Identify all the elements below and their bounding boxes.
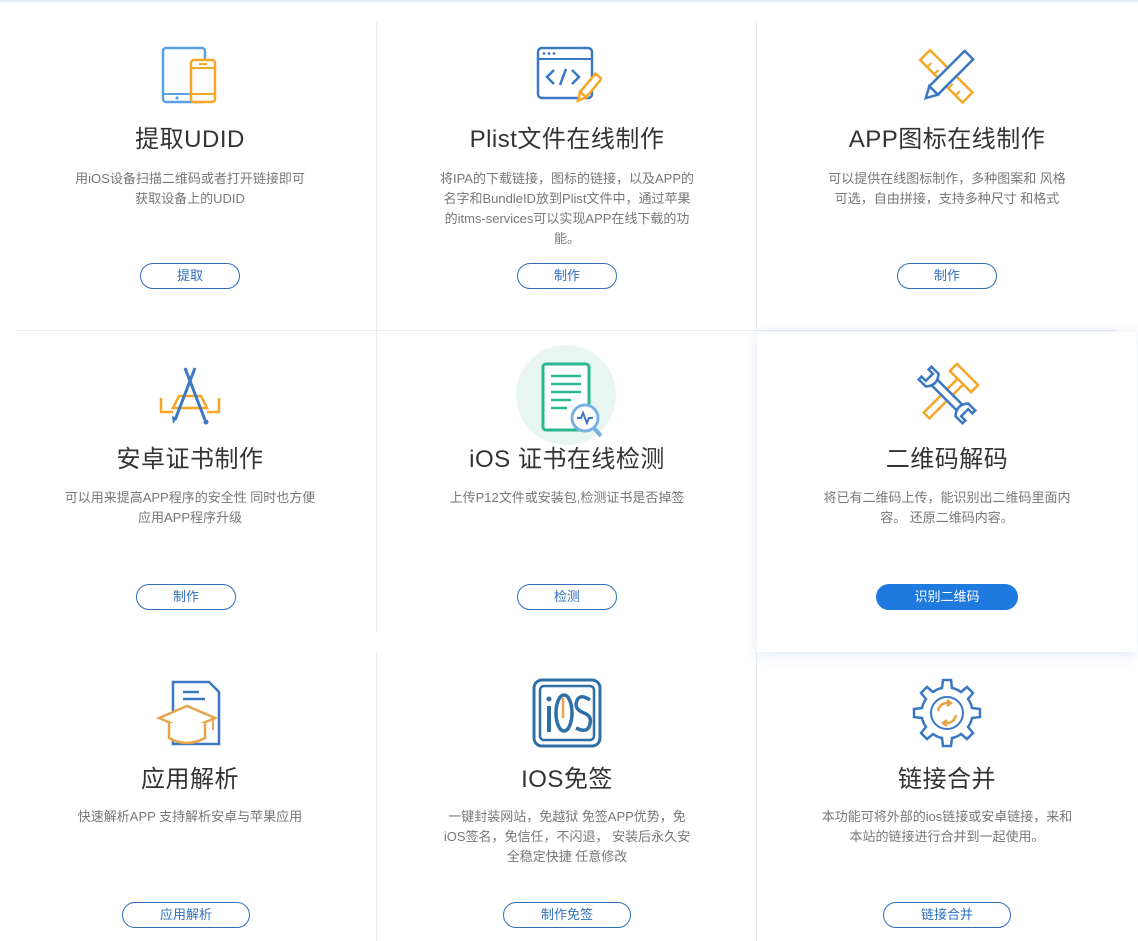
description-line: 名字和BundleID放到Plist文件中，通过苹果 xyxy=(443,191,691,206)
description-line: 可以提供在线图标制作，多种图案和 风格 xyxy=(828,171,1066,186)
card-title: APP图标在线制作 xyxy=(848,126,1046,153)
wrench-hammer-icon xyxy=(912,360,982,430)
link-merge-button[interactable]: 链接合并 xyxy=(883,902,1011,928)
card-title: 应用解析 xyxy=(141,766,239,793)
description-line: 应用APP程序升级 xyxy=(137,510,242,525)
gear-sync-icon xyxy=(912,678,982,748)
card-description: 快速解析APP 支持解析安卓与苹果应用 xyxy=(30,807,350,827)
ios-badge-icon xyxy=(532,678,602,748)
decode-qr-button[interactable]: 识别二维码 xyxy=(876,584,1018,610)
description-line: 的itms-services可以实现APP在线下载的功 xyxy=(444,211,690,226)
check-cert-button[interactable]: 检测 xyxy=(517,584,617,610)
card-description: 用iOS设备扫描二维码或者打开链接即可 获取设备上的UDID xyxy=(60,169,320,209)
app-parse-button[interactable]: 应用解析 xyxy=(122,902,250,928)
tool-card-app-icon: APP图标在线制作 可以提供在线图标制作，多种图案和 风格 可选，自由拼接，支持… xyxy=(757,22,1137,332)
card-title: 链接合并 xyxy=(898,766,996,793)
card-title: 二维码解码 xyxy=(885,446,1009,473)
tool-card-udid: 提取UDID 用iOS设备扫描二维码或者打开链接即可 获取设备上的UDID 提取 xyxy=(0,22,380,332)
description-line: 用iOS设备扫描二维码或者打开链接即可 xyxy=(75,171,305,186)
card-title: 安卓证书制作 xyxy=(116,446,264,473)
ruler-pencil-icon xyxy=(912,42,982,112)
card-title: 提取UDID xyxy=(135,126,245,153)
description-line: 本站的链接进行合并到一起使用。 xyxy=(849,829,1045,844)
card-description: 可以提供在线图标制作，多种图案和 风格 可选，自由拼接，支持多种尺寸 和格式 xyxy=(797,169,1097,209)
document-search-icon xyxy=(525,360,609,444)
description-line: 全稳定快捷 任意修改 xyxy=(506,849,628,864)
tool-card-ios-webclip: IOS免签 一键封装网站，免越狱 免签APP优势，免 iOS签名，免信任，不闪退… xyxy=(377,652,757,941)
tool-card-qr-decode: 二维码解码 将已有二维码上传，能识别出二维码里面内 容。 还原二维码内容。 识别… xyxy=(757,332,1137,652)
card-description: 一键封装网站，免越狱 免签APP优势，免 iOS签名，免信任，不闪退， 安装后永… xyxy=(417,807,717,867)
tool-card-app-parse: 应用解析 快速解析APP 支持解析安卓与苹果应用 应用解析 xyxy=(0,652,380,941)
card-description: 本功能可将外部的ios链接或安卓链接，来和 本站的链接进行合并到一起使用。 xyxy=(797,807,1097,847)
make-app-icon-button[interactable]: 制作 xyxy=(897,263,997,289)
tool-card-ios-cert-check: iOS 证书在线检测 上传P12文件或安装包,检测证书是否掉签 检测 xyxy=(377,332,757,642)
card-description: 上传P12文件或安装包,检测证书是否掉签 xyxy=(407,488,727,508)
description-line: 将IPA的下载链接，图标的链接，以及APP的 xyxy=(439,171,694,186)
make-plist-button[interactable]: 制作 xyxy=(517,263,617,289)
card-title: IOS免签 xyxy=(521,766,613,793)
description-line: 能。 xyxy=(553,231,580,246)
tool-card-link-merge: 链接合并 本功能可将外部的ios链接或安卓链接，来和 本站的链接进行合并到一起使… xyxy=(757,652,1137,941)
extract-udid-button[interactable]: 提取 xyxy=(140,263,240,289)
description-line: iOS签名，免信任，不闪退， 安装后永久安 xyxy=(443,829,691,844)
description-line: 获取设备上的UDID xyxy=(135,191,245,206)
card-description: 将IPA的下载链接，图标的链接，以及APP的 名字和BundleID放到Plis… xyxy=(417,169,717,249)
code-window-pencil-icon xyxy=(532,42,602,112)
description-line: 快速解析APP 支持解析安卓与苹果应用 xyxy=(77,809,303,824)
app-store-tools-icon xyxy=(155,360,225,430)
tool-grid: 提取UDID 用iOS设备扫描二维码或者打开链接即可 获取设备上的UDID 提取… xyxy=(0,0,1138,941)
make-webclip-button[interactable]: 制作免签 xyxy=(503,902,631,928)
card-description: 将已有二维码上传，能识别出二维码里面内 容。 还原二维码内容。 xyxy=(797,488,1097,528)
devices-icon xyxy=(155,42,225,112)
description-line: 将已有二维码上传，能识别出二维码里面内 xyxy=(823,490,1071,505)
card-description: 可以用来提高APP程序的安全性 同时也方便 应用APP程序升级 xyxy=(30,488,350,528)
description-line: 容。 还原二维码内容。 xyxy=(880,510,1014,525)
tool-card-plist: Plist文件在线制作 将IPA的下载链接，图标的链接，以及APP的 名字和Bu… xyxy=(377,22,757,332)
make-android-cert-button[interactable]: 制作 xyxy=(136,584,236,610)
description-line: 本功能可将外部的ios链接或安卓链接，来和 xyxy=(821,809,1073,824)
tool-card-android-cert: 安卓证书制作 可以用来提高APP程序的安全性 同时也方便 应用APP程序升级 制… xyxy=(0,332,380,642)
description-line: 一键封装网站，免越狱 免签APP优势，免 xyxy=(448,809,686,824)
card-title: iOS 证书在线检测 xyxy=(469,446,665,473)
graduation-document-icon xyxy=(155,678,225,748)
description-line: 上传P12文件或安装包,检测证书是否掉签 xyxy=(449,490,685,505)
description-line: 可选，自由拼接，支持多种尺寸 和格式 xyxy=(834,191,1060,206)
card-title: Plist文件在线制作 xyxy=(469,126,665,153)
description-line: 可以用来提高APP程序的安全性 同时也方便 xyxy=(64,490,316,505)
